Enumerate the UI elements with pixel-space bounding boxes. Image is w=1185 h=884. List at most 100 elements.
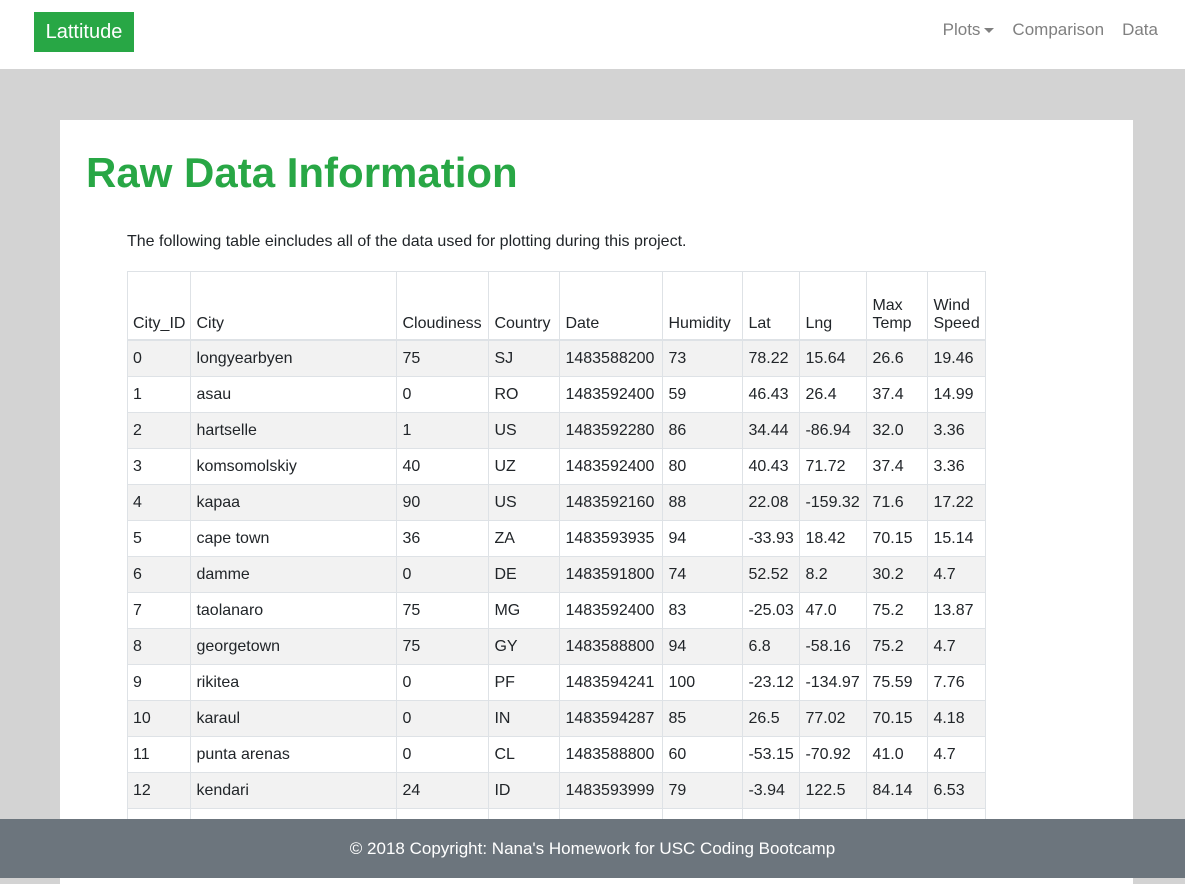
cell-cloudiness: 0 — [396, 556, 490, 593]
cell-lat: -25.03 — [742, 592, 801, 629]
cell-date: 1483588800 — [559, 736, 664, 773]
cell-wind-speed: 15.14 — [927, 520, 987, 557]
cell-lng: -159.32 — [799, 484, 868, 521]
cell-wind-speed: 13.87 — [927, 592, 987, 629]
cell-country: RO — [488, 376, 561, 413]
cell-date: 1483593999 — [559, 772, 664, 809]
cell-city: kendari — [190, 772, 398, 809]
cell-cloudiness: 0 — [396, 664, 490, 701]
cell-city-id: 7 — [126, 592, 192, 629]
cell-lat: 6.8 — [742, 628, 801, 665]
table-row: 8 georgetown 75 GY 1483588800 94 6.8 -58.16 75.2… — [126, 628, 987, 665]
cell-lat: -23.12 — [742, 664, 801, 701]
cell-date: 1483592400 — [559, 376, 664, 413]
cell-lat: 22.08 — [742, 484, 801, 521]
cell-country: DE — [488, 556, 561, 593]
brand-link[interactable]: Lattitude — [34, 12, 134, 52]
cell-city: asau — [190, 376, 398, 413]
table-row: 2 hartselle 1 US 1483592280 86 34.44 -86.94 32.0… — [126, 412, 987, 449]
cell-lng: 77.02 — [799, 700, 868, 737]
header-city-id: City_ID — [126, 271, 192, 341]
cell-humidity: 59 — [662, 376, 744, 413]
cell-lat: -53.15 — [742, 736, 801, 773]
cell-lat: 40.43 — [742, 448, 801, 485]
cell-city-id: 6 — [126, 556, 192, 593]
table-row: 10 karaul 0 IN 1483594287 85 26.5 77.02 70.15 4.1… — [126, 700, 987, 737]
table-row: 3 komsomolskiy 40 UZ 1483592400 80 40.43 71.72 3… — [126, 448, 987, 485]
cell-humidity: 100 — [662, 664, 744, 701]
header-humidity: Humidity — [662, 271, 744, 341]
header-country: Country — [488, 271, 561, 341]
cell-lng: -70.92 — [799, 736, 868, 773]
cell-wind-speed: 7.76 — [927, 664, 987, 701]
cell-lng: 47.0 — [799, 592, 868, 629]
table-body: 0 longyearbyen 75 SJ 1483588200 73 78.22 15.64 2… — [126, 339, 987, 845]
cell-max-temp: 32.0 — [866, 412, 929, 449]
header-city: City — [190, 271, 398, 341]
cell-date: 1483593935 — [559, 520, 664, 557]
cell-city: punta arenas — [190, 736, 398, 773]
cell-wind-speed: 6.53 — [927, 772, 987, 809]
cell-humidity: 94 — [662, 520, 744, 557]
page-title: Raw Data Information — [86, 149, 518, 196]
cell-lng: 71.72 — [799, 448, 868, 485]
cell-country: PF — [488, 664, 561, 701]
content-card: Raw Data Information The following table… — [60, 120, 1133, 884]
cell-max-temp: 37.4 — [866, 376, 929, 413]
caret-down-icon — [984, 27, 995, 33]
nav-comparison-link[interactable]: Comparison — [1012, 20, 1104, 40]
cell-cloudiness: 0 — [396, 700, 490, 737]
cell-city-id: 12 — [126, 772, 192, 809]
cell-wind-speed: 14.99 — [927, 376, 987, 413]
cell-cloudiness: 90 — [396, 484, 490, 521]
cell-city: damme — [190, 556, 398, 593]
cell-lng: -134.97 — [799, 664, 868, 701]
table-row: 12 kendari 24 ID 1483593999 79 -3.94 122.5 84.14… — [126, 772, 987, 809]
cell-country: US — [488, 412, 561, 449]
cell-max-temp: 70.15 — [866, 520, 929, 557]
header-wind-speed: Wind Speed — [927, 271, 987, 341]
cell-cloudiness: 36 — [396, 520, 490, 557]
cell-city: hartselle — [190, 412, 398, 449]
cell-humidity: 79 — [662, 772, 744, 809]
cell-max-temp: 75.2 — [866, 592, 929, 629]
cell-city-id: 2 — [126, 412, 192, 449]
cell-max-temp: 75.59 — [866, 664, 929, 701]
header-row: City_ID City Cloudiness Country Date Hum… — [126, 271, 987, 341]
cell-city: komsomolskiy — [190, 448, 398, 485]
cell-humidity: 73 — [662, 339, 744, 377]
nav-plots-label: Plots — [942, 20, 981, 39]
cell-lat: 78.22 — [742, 339, 801, 377]
cell-wind-speed: 4.7 — [927, 628, 987, 665]
cell-country: US — [488, 484, 561, 521]
header-date: Date — [559, 271, 664, 341]
header-lng: Lng — [799, 271, 868, 341]
table-row: 6 damme 0 DE 1483591800 74 52.52 8.2 30.2 4.7 — [126, 556, 987, 593]
cell-max-temp: 70.15 — [866, 700, 929, 737]
cell-date: 1483592400 — [559, 592, 664, 629]
cell-humidity: 85 — [662, 700, 744, 737]
cell-max-temp: 84.14 — [866, 772, 929, 809]
cell-humidity: 83 — [662, 592, 744, 629]
cell-city: cape town — [190, 520, 398, 557]
nav-data-link[interactable]: Data — [1122, 20, 1158, 40]
cell-wind-speed: 4.7 — [927, 736, 987, 773]
cell-city-id: 1 — [126, 376, 192, 413]
cell-city-id: 3 — [126, 448, 192, 485]
cell-city: taolanaro — [190, 592, 398, 629]
cell-cloudiness: 40 — [396, 448, 490, 485]
navbar: Lattitude Plots Comparison Data — [0, 0, 1185, 69]
table-row: 5 cape town 36 ZA 1483593935 94 -33.93 18.42 70.… — [126, 520, 987, 557]
cell-city: kapaa — [190, 484, 398, 521]
nav-plots-dropdown[interactable]: Plots — [943, 20, 995, 40]
table-header: City_ID City Cloudiness Country Date Hum… — [126, 271, 987, 341]
cell-city: longyearbyen — [190, 339, 398, 377]
cell-lng: 8.2 — [799, 556, 868, 593]
footer-copyright: © 2018 Copyright: Nana's Homework for US… — [349, 838, 836, 858]
cell-cloudiness: 24 — [396, 772, 490, 809]
cell-lng: -86.94 — [799, 412, 868, 449]
cell-cloudiness: 1 — [396, 412, 490, 449]
cell-max-temp: 41.0 — [866, 736, 929, 773]
cell-date: 1483592280 — [559, 412, 664, 449]
cell-city-id: 5 — [126, 520, 192, 557]
